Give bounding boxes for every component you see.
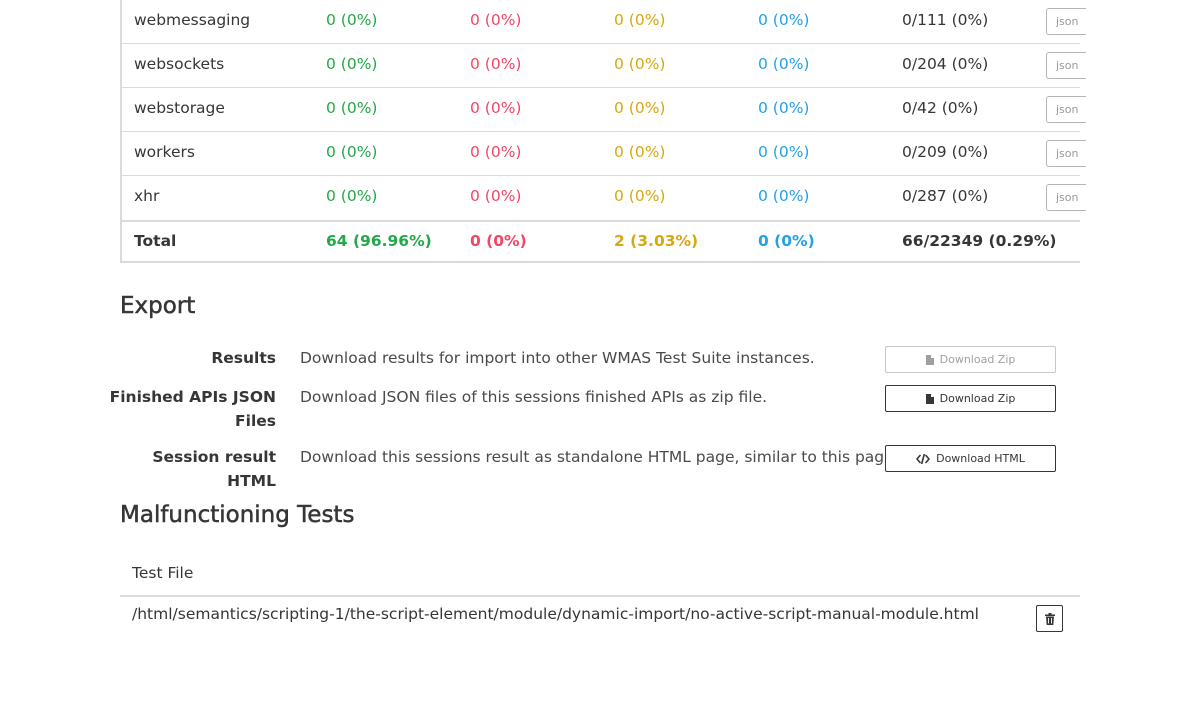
fail-count: 0 (0%)	[470, 99, 522, 117]
total-not-run-count: 0 (0%)	[758, 232, 815, 250]
json-download-button[interactable]: json	[1046, 96, 1086, 123]
download-results-zip-button[interactable]: Download Zip	[885, 346, 1056, 373]
total-label: Total	[134, 232, 177, 250]
not-run-count: 0 (0%)	[758, 55, 810, 73]
total-row: Total 64 (96.96%) 0 (0%) 2 (3.03%) 0 (0%…	[122, 220, 1080, 261]
table-row: /html/semantics/scripting-1/the-script-e…	[120, 597, 1080, 641]
api-name: webmessaging	[134, 11, 251, 29]
test-file-column-header: Test File	[132, 564, 194, 582]
progress-count: 0/42 (0%)	[902, 99, 979, 117]
total-progress-count: 66/22349 (0.29%)	[902, 232, 1057, 250]
export-html-label: Session result HTML	[152, 448, 276, 490]
fail-count: 0 (0%)	[470, 143, 522, 161]
pass-count: 0 (0%)	[326, 11, 378, 29]
not-run-count: 0 (0%)	[758, 99, 810, 117]
button-label: Download Zip	[939, 353, 1016, 366]
timeout-count: 0 (0%)	[614, 187, 666, 205]
progress-count: 0/287 (0%)	[902, 187, 989, 205]
api-name: workers	[134, 143, 195, 161]
progress-count: 0/204 (0%)	[902, 55, 989, 73]
export-json-files-label: Finished APIs JSON Files	[109, 388, 276, 430]
button-label: Download HTML	[936, 452, 1025, 465]
progress-count: 0/209 (0%)	[902, 143, 989, 161]
pass-count: 0 (0%)	[326, 55, 378, 73]
total-fail-count: 0 (0%)	[470, 232, 527, 250]
timeout-count: 0 (0%)	[614, 143, 666, 161]
malfunctioning-tests-heading: Malfunctioning Tests	[120, 502, 355, 529]
remove-malfunctioning-test-button[interactable]	[1036, 605, 1063, 632]
button-label: Download Zip	[939, 392, 1016, 405]
api-name: websockets	[134, 55, 225, 73]
table-row: xhr 0 (0%) 0 (0%) 0 (0%) 0 (0%) 0/287 (0…	[122, 176, 1086, 220]
table-row: workers 0 (0%) 0 (0%) 0 (0%) 0 (0%) 0/20…	[122, 132, 1086, 176]
export-heading: Export	[120, 293, 196, 320]
total-timeout-count: 2 (3.03%)	[614, 232, 699, 250]
fail-count: 0 (0%)	[470, 187, 522, 205]
malfunctioning-table-header: Test File	[120, 555, 1080, 597]
json-download-button[interactable]: json	[1046, 8, 1086, 35]
test-file-path: /html/semantics/scripting-1/the-script-e…	[132, 605, 979, 623]
code-icon	[916, 453, 930, 464]
fail-count: 0 (0%)	[470, 11, 522, 29]
api-results-table: webmessaging 0 (0%) 0 (0%) 0 (0%) 0 (0%)…	[120, 0, 1086, 263]
api-name: xhr	[134, 187, 160, 205]
timeout-count: 0 (0%)	[614, 55, 666, 73]
json-download-button[interactable]: json	[1046, 52, 1086, 79]
file-icon	[925, 393, 934, 404]
pass-count: 0 (0%)	[326, 187, 378, 205]
not-run-count: 0 (0%)	[758, 143, 810, 161]
api-name: webstorage	[134, 99, 225, 117]
pass-count: 0 (0%)	[326, 143, 378, 161]
table-row: webmessaging 0 (0%) 0 (0%) 0 (0%) 0 (0%)…	[122, 0, 1086, 44]
json-download-button[interactable]: json	[1046, 140, 1086, 167]
fail-count: 0 (0%)	[470, 55, 522, 73]
progress-count: 0/111 (0%)	[902, 11, 989, 29]
export-json-files-description: Download JSON files of this sessions fin…	[300, 388, 768, 406]
table-row: websockets 0 (0%) 0 (0%) 0 (0%) 0 (0%) 0…	[122, 44, 1086, 88]
trash-icon	[1044, 612, 1055, 625]
export-results-label: Results	[211, 349, 276, 367]
export-results-description: Download results for import into other W…	[300, 349, 815, 367]
not-run-count: 0 (0%)	[758, 11, 810, 29]
download-json-zip-button[interactable]: Download Zip	[885, 385, 1056, 412]
json-download-button[interactable]: json	[1046, 184, 1086, 211]
timeout-count: 0 (0%)	[614, 99, 666, 117]
pass-count: 0 (0%)	[326, 99, 378, 117]
timeout-count: 0 (0%)	[614, 11, 666, 29]
session-results-page: webmessaging 0 (0%) 0 (0%) 0 (0%) 0 (0%)…	[0, 0, 1200, 720]
not-run-count: 0 (0%)	[758, 187, 810, 205]
file-icon	[925, 354, 934, 365]
export-html-description: Download this sessions result as standal…	[300, 448, 899, 466]
download-html-button[interactable]: Download HTML	[885, 445, 1056, 472]
total-pass-count: 64 (96.96%)	[326, 232, 432, 250]
table-row: webstorage 0 (0%) 0 (0%) 0 (0%) 0 (0%) 0…	[122, 88, 1086, 132]
